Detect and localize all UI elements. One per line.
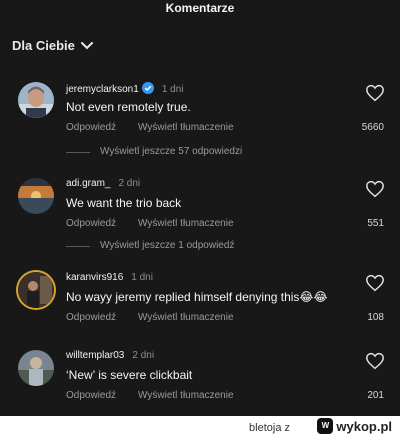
comment-date: 1 dni [161, 84, 184, 95]
username[interactable]: jeremyclarkson1 [66, 84, 139, 95]
comment-actions: Odpowiedź Wyświetl tłumaczenie [66, 218, 234, 229]
comment-text: No wayy jeremy replied himself denying t… [66, 290, 328, 304]
heart-icon[interactable] [365, 274, 385, 292]
comment-actions: Odpowiedź Wyświetl tłumaczenie [66, 312, 234, 323]
avatar[interactable] [18, 82, 54, 118]
heart-icon[interactable] [365, 180, 385, 198]
translate-button[interactable]: Wyświetl tłumaczenie [138, 312, 234, 323]
translate-button[interactable]: Wyświetl tłumaczenie [138, 218, 234, 229]
like-count: 201 [367, 390, 384, 401]
site-name: wykop.pl [336, 418, 392, 434]
view-more-replies-link[interactable]: Wyświetl jeszcze 1 odpowiedź [65, 240, 234, 251]
translate-button[interactable]: Wyświetl tłumaczenie [138, 122, 234, 133]
filter-label: Dla Ciebie [12, 38, 75, 53]
username[interactable]: adi.gram_ [66, 178, 110, 189]
author-credit: bletoja z [249, 422, 290, 434]
translate-button[interactable]: Wyświetl tłumaczenie [138, 390, 234, 401]
view-more-replies-link[interactable]: Wyświetl jeszcze 57 odpowiedzi [65, 146, 242, 157]
comment-date: 2 dni [132, 350, 155, 361]
comment-meta: jeremyclarkson1 1 dni [66, 82, 184, 98]
comment-meta: karanvirs916 1 dni [66, 272, 153, 284]
sort-filter-dropdown[interactable]: Dla Ciebie [12, 38, 93, 53]
heart-icon[interactable] [365, 84, 385, 102]
comment-date: 1 dni [131, 272, 153, 283]
comment-actions: Odpowiedź Wyświetl tłumaczenie [66, 390, 234, 401]
comment-meta: adi.gram_ 2 dni [66, 178, 140, 190]
like-count: 108 [367, 312, 384, 323]
comment-text: Not even remotely true. [66, 100, 191, 114]
username[interactable]: karanvirs916 [66, 272, 123, 283]
comment-actions: Odpowiedź Wyświetl tłumaczenie [66, 122, 234, 133]
comment-text: We want the trio back [66, 196, 182, 210]
like-count: 5660 [361, 122, 384, 133]
comment-date: 2 dni [118, 178, 141, 189]
wykop-logo-icon: W [317, 418, 334, 434]
watermark-footer: bletoja z W wykop.pl [0, 416, 400, 440]
reply-button[interactable]: Odpowiedź [66, 218, 116, 229]
wykop-logo: W wykop.pl [317, 418, 392, 434]
verified-badge-icon [141, 82, 154, 98]
page-title: Komentarze [165, 1, 235, 15]
avatar[interactable] [18, 272, 54, 308]
reply-button[interactable]: Odpowiedź [66, 390, 116, 401]
avatar[interactable] [18, 178, 54, 214]
reply-button[interactable]: Odpowiedź [66, 122, 116, 133]
chevron-down-icon [80, 41, 93, 50]
reply-button[interactable]: Odpowiedź [66, 312, 116, 323]
avatar[interactable] [18, 350, 54, 386]
username[interactable]: willtemplar03 [66, 350, 124, 361]
heart-icon[interactable] [365, 352, 385, 370]
comment-text: ‘New’ is severe clickbait [66, 368, 193, 382]
like-count: 551 [367, 218, 384, 229]
comments-screen: Komentarze Dla Ciebie jeremyclarkson1 1 d… [0, 0, 400, 416]
comment-meta: willtemplar03 2 dni [66, 350, 154, 362]
